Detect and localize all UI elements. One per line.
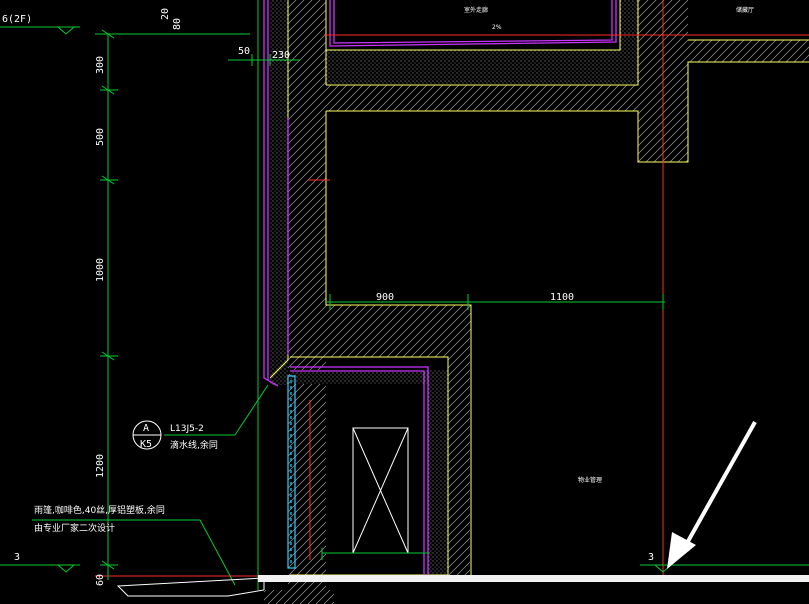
dim-left-4: 60: [95, 574, 106, 586]
opening-symbol: [321, 427, 430, 560]
callout-note: 滴水线,余同: [170, 439, 218, 451]
dim-mid-1: 1100: [550, 292, 574, 303]
level-grid-right: 3: [648, 552, 654, 563]
dim-top-vertical-0: 20: [160, 8, 171, 20]
dim-left-1: 500: [95, 128, 106, 146]
cad-drawing-canvas[interactable]: 6(2F) 3 3 300 500 1000 1200 60 50 230 20…: [0, 0, 809, 604]
room-label-right: 物业管理: [578, 476, 602, 484]
dim-left-0: 300: [95, 56, 106, 74]
dim-mid-0: 900: [376, 292, 394, 303]
callout-sheet: K5: [140, 439, 152, 450]
slope-label: 2%: [492, 24, 502, 31]
level-grid-left: 3: [14, 552, 20, 563]
dim-left-3: 1200: [95, 454, 106, 478]
level-upper-label: 6(2F): [2, 14, 32, 25]
callout-letter: A: [143, 423, 149, 434]
dim-top-vertical-1: 80: [172, 18, 183, 30]
canopy-slab: [116, 575, 809, 604]
canopy-note-line2: 由专业厂家二次设计: [34, 522, 115, 534]
canopy-note-line1: 雨篷,咖啡色,40丝,厚铝塑板,余同: [34, 504, 165, 516]
annotation-arrow-icon: [667, 421, 757, 569]
room-label-top-center: 室外走廊: [464, 6, 488, 14]
callout-reference: L13J5-2: [170, 424, 204, 434]
dim-top-1: 230: [272, 50, 290, 61]
dim-left-2: 1000: [95, 258, 106, 282]
room-label-top-right: 储藏厅: [736, 6, 754, 14]
dim-top-0: 50: [238, 46, 250, 57]
